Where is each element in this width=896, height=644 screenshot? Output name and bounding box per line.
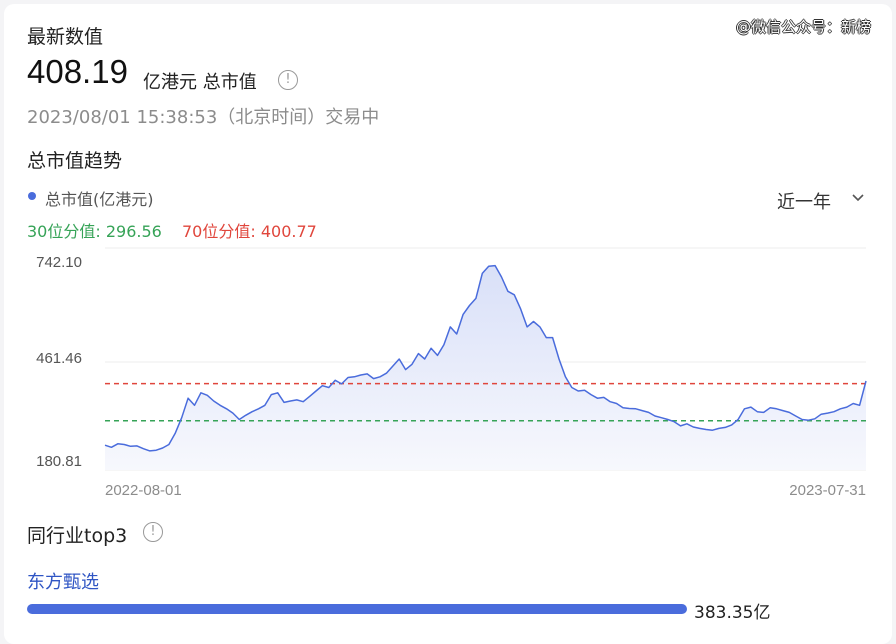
y-tick-label: 742.10 (36, 254, 82, 271)
y-tick-label: 180.81 (36, 453, 82, 470)
series-area (105, 265, 866, 470)
peer-value: 383.35亿 (694, 603, 771, 623)
x-tick-label: 2022-08-01 (105, 482, 182, 499)
peer-bar (27, 604, 687, 614)
info-icon[interactable]: ! (143, 522, 163, 542)
peer-title: 同行业top3 (27, 525, 128, 547)
market-cap-chart: 742.10 461.46 180.81 2022-08-01 2023-07-31 (36, 247, 867, 499)
x-tick-label: 2023-07-31 (789, 482, 866, 499)
y-tick-label: 461.46 (36, 350, 82, 367)
peer-name[interactable]: 东方甄选 (27, 568, 99, 594)
